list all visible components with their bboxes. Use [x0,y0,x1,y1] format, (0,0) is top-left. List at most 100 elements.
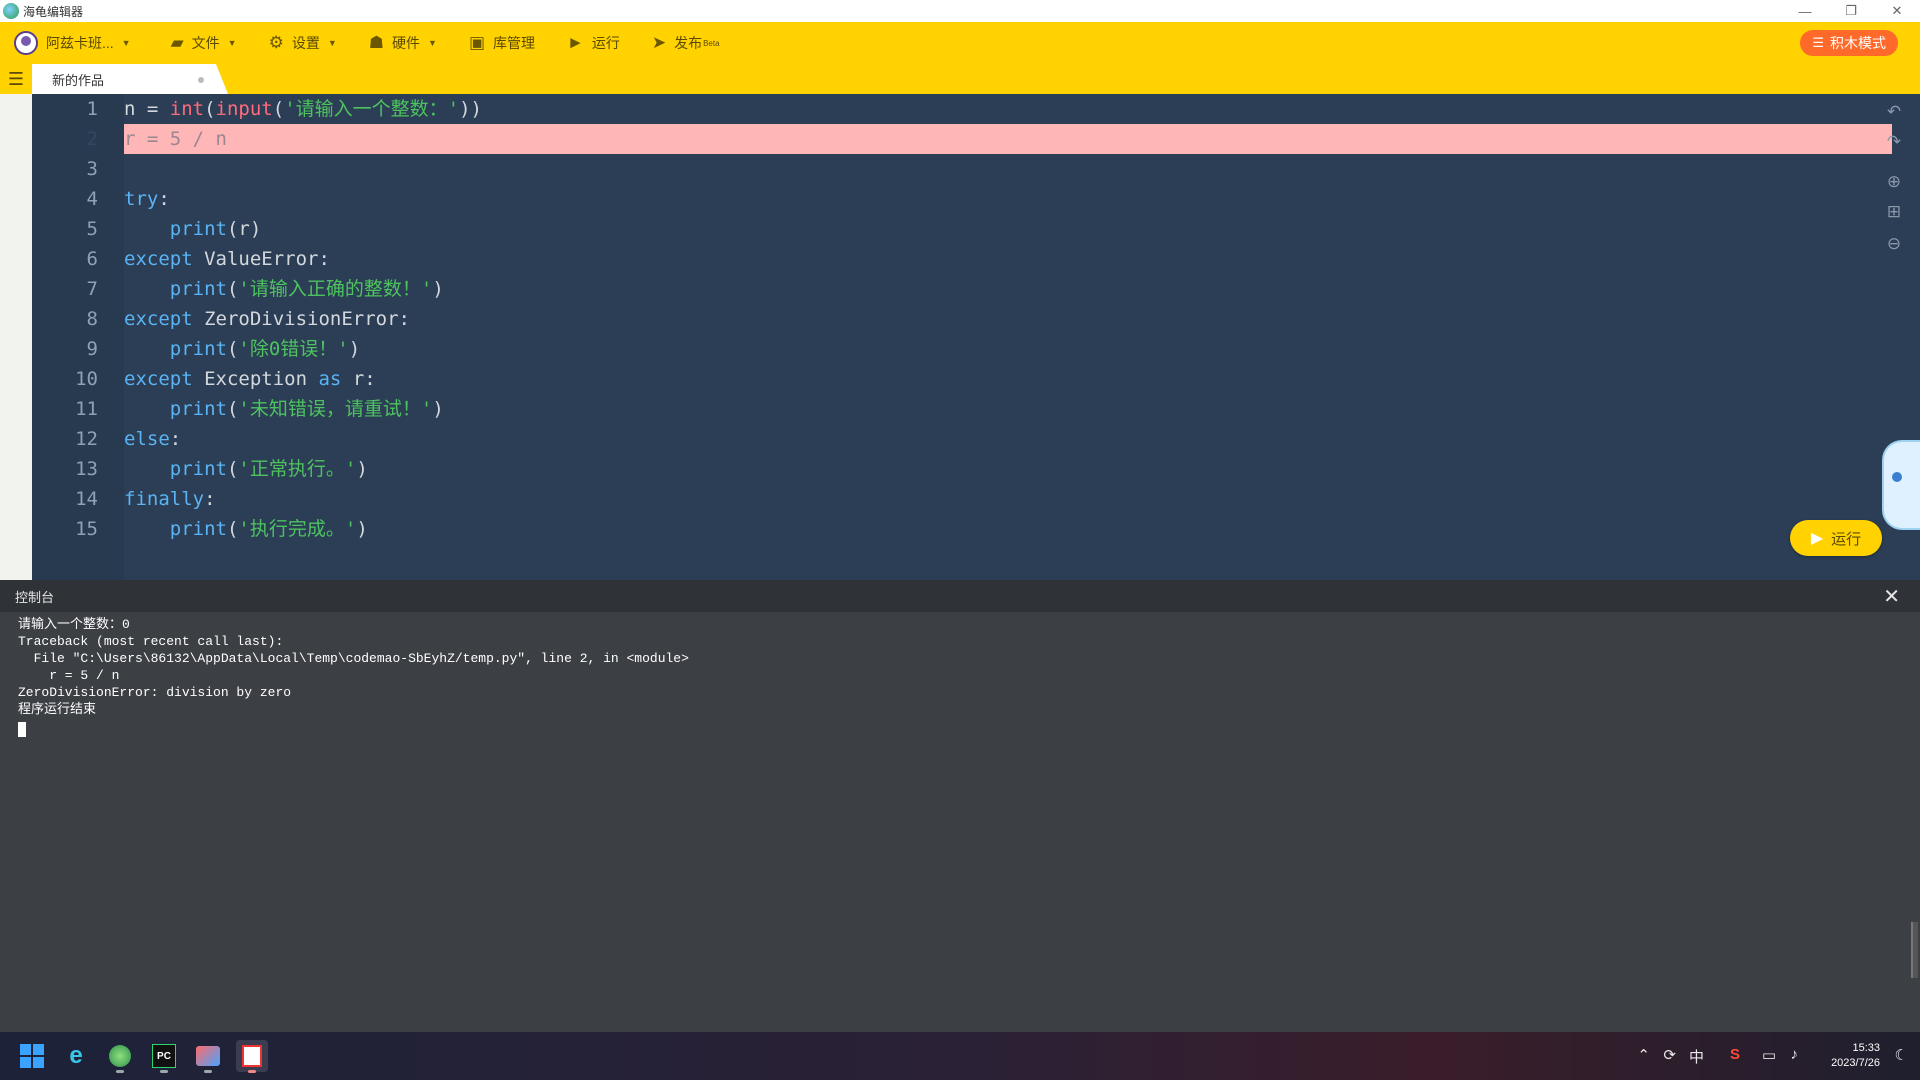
code-text: n = int(input('请输入一个整数：')) [124,98,482,120]
settings-menu[interactable]: ⚙ 设置 ▼ [269,33,337,53]
undo-icon[interactable]: ↶ [1882,102,1906,122]
start-button[interactable] [16,1040,48,1072]
line-number: 13 [75,458,98,480]
codemao-taskbar-icon[interactable] [236,1040,268,1073]
ime-indicator[interactable]: 中 [1689,1046,1704,1067]
chevron-down-icon: ▼ [327,38,337,48]
console-lines: 请输入一个整数：0 Traceback (most recent call la… [18,616,689,737]
code-text: print('请输入正确的整数！') [169,278,444,300]
main-toolbar: 阿兹卡班... ▼ ▰ 文件 ▼ ⚙ 设置 ▼ ☗ 硬件 ▼ ▣ 库管理 ► 运… [0,22,1920,64]
window-titlebar: 海龟编辑器 — ❐ ✕ [0,0,1920,22]
code-line[interactable]: 7 print('请输入正确的整数！') [32,274,1920,304]
turtle-app-icon [109,1045,131,1067]
code-text: print(r) [169,218,262,240]
line-number: 7 [86,278,98,300]
console-line: ZeroDivisionError: division by zero [18,685,292,700]
clock[interactable]: 15:33 2023/7/26 [1831,1041,1880,1071]
text-cursor [18,722,26,737]
chevron-down-icon: ▼ [227,38,237,48]
clock-time: 15:33 [1852,1042,1880,1054]
code-line[interactable]: 14 finally: [32,484,1920,514]
code-text: except ZeroDivisionError: [124,308,410,330]
publish-button[interactable]: ➤ 发布 Beta [652,33,720,53]
sync-icon[interactable]: ⟳ [1663,1046,1676,1064]
line-number: 2 [86,128,98,150]
minimize-button[interactable]: — [1782,0,1828,22]
window-title: 海龟编辑器 [23,4,84,19]
code-text: except Exception as r: [124,368,376,390]
hardware-menu[interactable]: ☗ 硬件 ▼ [369,33,437,53]
publish-label: 发布 [674,35,703,51]
code-line[interactable]: 10 except Exception as r: [32,364,1920,394]
code-editor[interactable]: 1 n = int(input('请输入一个整数：')) 2 r = 5 / n… [32,94,1920,580]
play-icon: ▶ [1810,530,1824,547]
turtle-editor-taskbar-icon[interactable] [104,1040,136,1073]
console-scrollbar[interactable] [1911,922,1918,978]
line-number: 8 [86,308,98,330]
network-icon[interactable]: ▭ [1762,1046,1776,1064]
code-text: r = 5 / n [124,128,227,150]
image-app-icon[interactable] [192,1040,224,1073]
code-line[interactable]: 4 try: [32,184,1920,214]
zoom-in-icon[interactable]: ⊕ [1882,172,1906,192]
volume-icon[interactable]: ♪ [1791,1046,1799,1063]
user-menu[interactable]: 阿兹卡班... ▼ [14,31,131,55]
code-line[interactable]: 15 print('执行完成。') [32,514,1920,544]
line-number: 14 [75,488,98,510]
code-line[interactable]: 5 print(r) [32,214,1920,244]
redo-icon[interactable]: ↷ [1882,132,1906,152]
left-sidebar-strip [0,94,32,580]
code-line[interactable]: 1 n = int(input('请输入一个整数：')) [32,94,1920,124]
code-line-error[interactable]: 2 r = 5 / n [32,124,1920,154]
console-title: 控制台 [15,589,55,605]
line-number: 12 [75,428,98,450]
window-controls: — ❐ ✕ [1782,0,1920,22]
moon-icon[interactable]: ☾ [1895,1046,1908,1064]
pycharm-icon[interactable]: PC [148,1040,180,1073]
folder-icon: ▰ [170,33,184,52]
zoom-out-icon[interactable]: ⊖ [1882,234,1906,254]
library-label: 库管理 [493,35,535,51]
sidebar-toggle-icon[interactable]: ☰ [0,64,32,94]
library-button[interactable]: ▣ 库管理 [469,33,535,53]
chevron-down-icon: ▼ [428,38,437,48]
avatar [14,31,38,55]
code-line[interactable]: 3 [32,154,1920,184]
windows-logo-icon [20,1044,44,1068]
line-number: 5 [86,218,98,240]
code-text: print('正常执行。') [169,458,368,480]
chevron-up-icon[interactable]: ⌃ [1637,1046,1650,1064]
code-line[interactable]: 8 except ZeroDivisionError: [32,304,1920,334]
console-line: r = 5 / n [18,668,120,683]
console-output[interactable]: 请输入一个整数：0 Traceback (most recent call la… [0,612,1920,1032]
zoom-reset-icon[interactable]: ⊞ [1882,202,1906,222]
mascot-icon[interactable] [1882,440,1920,530]
blocks-mode-button[interactable]: ☰ 积木模式 [1800,30,1898,56]
input-method-logo-icon[interactable]: S [1730,1046,1740,1063]
close-console-icon[interactable]: ✕ [1883,584,1900,609]
line-number: 11 [75,398,98,420]
blocks-mode-label: 积木模式 [1830,35,1886,51]
code-line[interactable]: 6 except ValueError: [32,244,1920,274]
code-line[interactable]: 13 print('正常执行。') [32,454,1920,484]
running-indicator [160,1070,168,1073]
file-menu[interactable]: ▰ 文件 ▼ [171,33,237,53]
error-highlight [124,124,1892,154]
edge-browser-icon[interactable]: e [60,1040,92,1072]
code-line[interactable]: 12 else: [32,424,1920,454]
unsaved-dot-icon [198,77,204,83]
run-button[interactable]: ▶ 运行 [1790,520,1882,556]
console-line: File "C:\Users\86132\AppData\Local\Temp\… [18,651,689,666]
restore-button[interactable]: ❐ [1828,0,1874,22]
code-line[interactable]: 9 print('除0错误！') [32,334,1920,364]
system-tray: ⌃ ⟳ 中 S ▭ ♪ 15:33 2023/7/26 ☾ [1620,1032,1920,1080]
code-line[interactable]: 11 print('未知错误，请重试！') [32,394,1920,424]
robot-icon: ☗ [368,33,385,52]
paper-plane-icon: ➤ [651,33,667,52]
running-indicator [116,1070,124,1073]
run-menu-button[interactable]: ► 运行 [567,33,620,53]
picture-icon [196,1046,220,1066]
user-name: 阿兹卡班... [46,35,114,51]
close-window-button[interactable]: ✕ [1874,0,1920,22]
line-number: 4 [86,188,98,210]
